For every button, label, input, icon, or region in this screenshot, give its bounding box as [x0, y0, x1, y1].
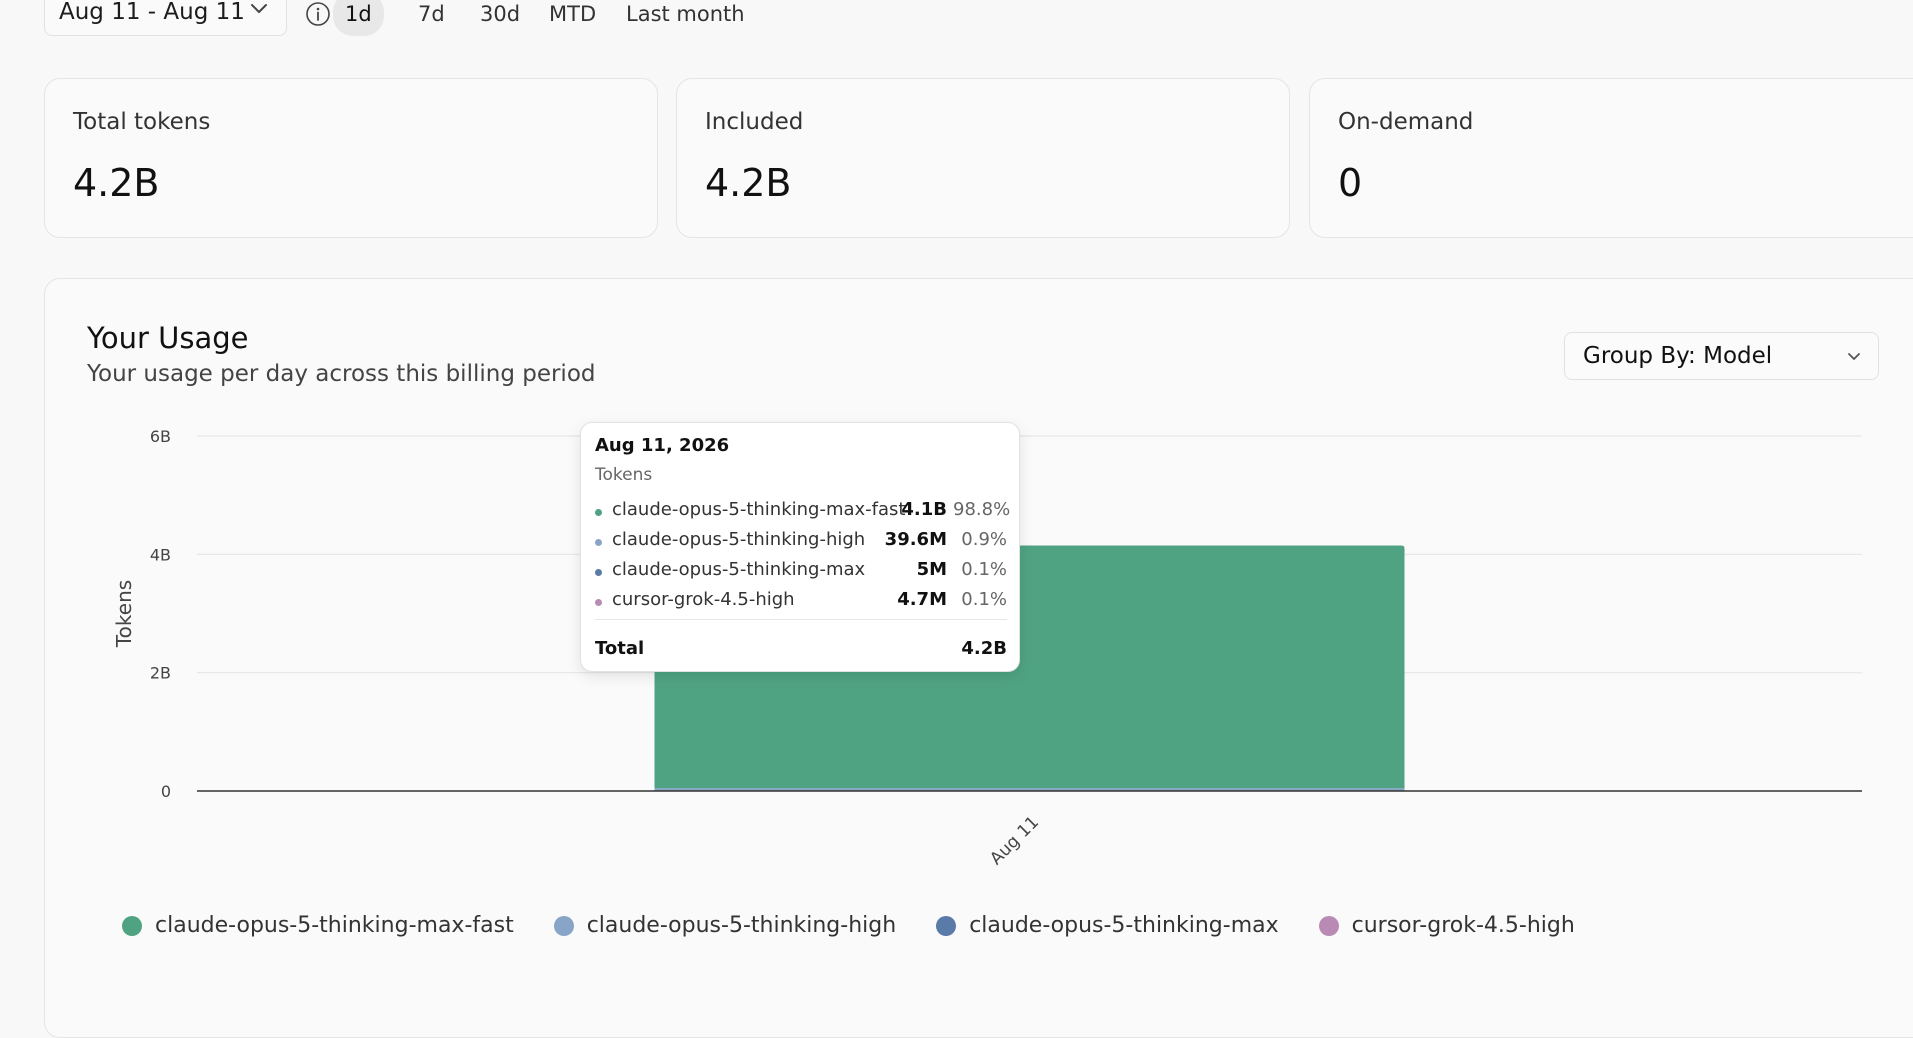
- legend-label: claude-opus-5-thinking-max: [969, 913, 1279, 938]
- tooltip-row-name: claude-opus-5-thinking-high: [612, 529, 866, 550]
- y-tick-label: 2B: [150, 664, 171, 683]
- tooltip-row: cursor-grok-4.5-high 4.7M 0.1%: [595, 589, 1007, 615]
- tooltip-row-amount: 4.7M: [897, 589, 947, 610]
- y-axis-label: Tokens: [112, 580, 136, 648]
- legend-label: cursor-grok-4.5-high: [1351, 913, 1575, 938]
- tooltip-row-pct: 0.1%: [961, 589, 1007, 610]
- legend-label: claude-opus-5-thinking-high: [586, 913, 897, 938]
- chart-legend: claude-opus-5-thinking-max-fast claude-o…: [122, 913, 1615, 938]
- series-dot: [595, 539, 602, 546]
- series-dot: [595, 569, 602, 576]
- tooltip-row-amount: 4.1B: [901, 499, 947, 520]
- legend-item[interactable]: claude-opus-5-thinking-max-fast: [122, 913, 514, 938]
- legend-swatch: [1318, 915, 1339, 936]
- legend-item[interactable]: cursor-grok-4.5-high: [1318, 913, 1575, 938]
- legend-item[interactable]: claude-opus-5-thinking-high: [553, 913, 897, 938]
- tooltip-row-amount: 5M: [916, 559, 947, 580]
- tooltip-row-name: cursor-grok-4.5-high: [612, 589, 795, 610]
- legend-swatch: [122, 915, 142, 936]
- tooltip-row-name: claude-opus-5-thinking-max-fast: [612, 499, 906, 520]
- tooltip-row-name: claude-opus-5-thinking-max: [612, 559, 866, 580]
- tooltip-divider: [595, 619, 1007, 620]
- tooltip-row: claude-opus-5-thinking-max 5M 0.1%: [595, 559, 1007, 585]
- y-tick-label: 4B: [150, 545, 171, 564]
- x-tick-label: Aug 11: [986, 812, 1043, 869]
- legend-swatch: [936, 915, 957, 936]
- legend-swatch: [553, 915, 574, 936]
- tooltip-row-pct: 0.1%: [961, 559, 1007, 580]
- legend-item[interactable]: claude-opus-5-thinking-max: [936, 913, 1279, 938]
- series-dot: [595, 599, 602, 606]
- tooltip-total-value: 4.2B: [961, 638, 1007, 659]
- chart-tooltip: Aug 11, 2026 Tokens claude-opus-5-thinki…: [580, 422, 1020, 672]
- tooltip-row: claude-opus-5-thinking-high 39.6M 0.9%: [595, 529, 1007, 555]
- tooltip-row-pct: 0.9%: [961, 529, 1007, 550]
- legend-label: claude-opus-5-thinking-max-fast: [155, 913, 514, 938]
- tooltip-date: Aug 11, 2026: [595, 435, 730, 456]
- bar-segment: [654, 788, 1405, 791]
- y-tick-label: 6B: [150, 427, 171, 446]
- tooltip-total-label: Total: [595, 638, 645, 659]
- tooltip-row-pct: 98.8%: [953, 499, 1011, 520]
- tooltip-row: claude-opus-5-thinking-max-fast 4.1B 98.…: [595, 499, 1011, 525]
- tooltip-row-amount: 39.6M: [884, 529, 947, 550]
- series-dot: [595, 509, 602, 516]
- tooltip-metric: Tokens: [595, 465, 653, 485]
- y-tick-label: 0: [161, 782, 171, 801]
